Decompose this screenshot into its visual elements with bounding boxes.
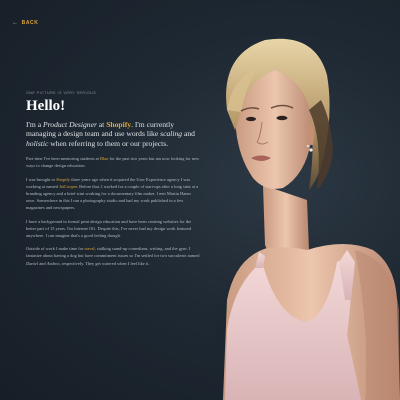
scaling-word: scaling — [160, 129, 183, 139]
shopify-link[interactable]: Shopify — [106, 120, 131, 129]
intro-lead: I'm a Product Designer at Shopify. I'm c… — [26, 120, 201, 149]
jetcooper-link[interactable]: JetCooper — [59, 184, 77, 189]
body-text: Part-time I've been mentoring students a… — [26, 156, 100, 162]
eyebrow-text: ONE PICTURE IS VERY SERIOUS — [26, 91, 97, 95]
portrait-photo — [210, 38, 400, 400]
lead-text: I'm a — [26, 119, 43, 129]
arrow-left-icon: ← — [12, 20, 19, 26]
back-button[interactable]: ← BACK — [12, 20, 38, 26]
paragraph-personal: Outside of work I make time for travel , … — [26, 245, 201, 267]
role-text: Product Designer — [42, 119, 97, 129]
back-label: BACK — [21, 20, 39, 26]
body-text: Outside of work I make time for — [26, 246, 85, 252]
lead-text: when referring to them or our projects. — [48, 138, 169, 148]
lead-text: at — [96, 119, 107, 129]
holistic-word: holistic — [26, 138, 49, 148]
page-title: Hello! — [26, 98, 66, 114]
travel-link[interactable]: travel — [85, 246, 95, 251]
body-text: and — [38, 260, 47, 266]
succulent-name: Andrea — [46, 260, 60, 266]
body-text: I was brought to — [26, 176, 57, 182]
shopify-link[interactable]: Shopify — [56, 177, 70, 182]
paragraph-career: I was brought to Shopify three years ago… — [26, 176, 201, 212]
lead-text: and — [182, 129, 195, 139]
body-text: , respectively. They get watered when I … — [59, 260, 150, 266]
paragraph-mentoring: Part-time I've been mentoring students a… — [26, 155, 201, 169]
paragraph-background: I have a background in formal print desi… — [26, 218, 192, 239]
about-content: ONE PICTURE IS VERY SERIOUS Hello! I'm a… — [26, 91, 201, 273]
succulent-name: Daniel — [26, 260, 39, 266]
